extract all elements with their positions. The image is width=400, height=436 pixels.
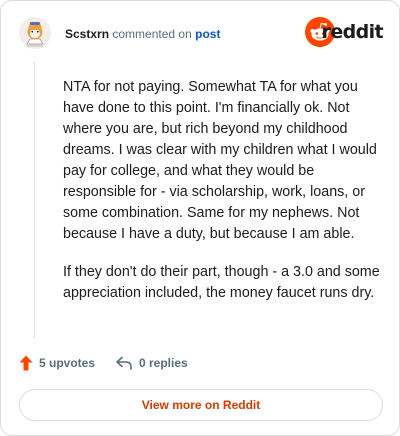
upvotes-count: 5 upvotes bbox=[39, 356, 96, 370]
reddit-wordmark: reddit bbox=[321, 21, 384, 43]
comment-header: Scstxrn commented on post reddit bbox=[19, 17, 384, 53]
avatar-image bbox=[19, 17, 51, 49]
upvotes-stat[interactable]: 5 upvotes bbox=[19, 353, 95, 373]
upvote-arrow-icon bbox=[19, 355, 33, 371]
post-link[interactable]: post bbox=[195, 27, 220, 41]
replies-count: 0 replies bbox=[139, 356, 188, 370]
reddit-comment-embed: Scstxrn commented on post reddit NTA for… bbox=[0, 0, 400, 436]
view-more-on-reddit-button[interactable]: View more on Reddit bbox=[19, 389, 383, 421]
replies-stat[interactable]: 0 replies bbox=[115, 353, 188, 373]
comment-paragraph: NTA for not paying. Somewhat TA for what… bbox=[63, 79, 377, 242]
reddit-brand[interactable]: reddit bbox=[303, 17, 384, 49]
reply-arrow-icon bbox=[116, 356, 132, 370]
comment-author[interactable]: Scstxrn bbox=[65, 27, 109, 41]
comment-action-text: commented on bbox=[112, 27, 192, 41]
user-avatar[interactable] bbox=[19, 17, 51, 49]
comment-paragraph: If they don't do their part, though - a … bbox=[63, 264, 380, 301]
thread-line bbox=[34, 61, 35, 339]
comment-byline: Scstxrn commented on post bbox=[65, 27, 220, 41]
comment-body: NTA for not paying. Somewhat TA for what… bbox=[63, 77, 385, 304]
